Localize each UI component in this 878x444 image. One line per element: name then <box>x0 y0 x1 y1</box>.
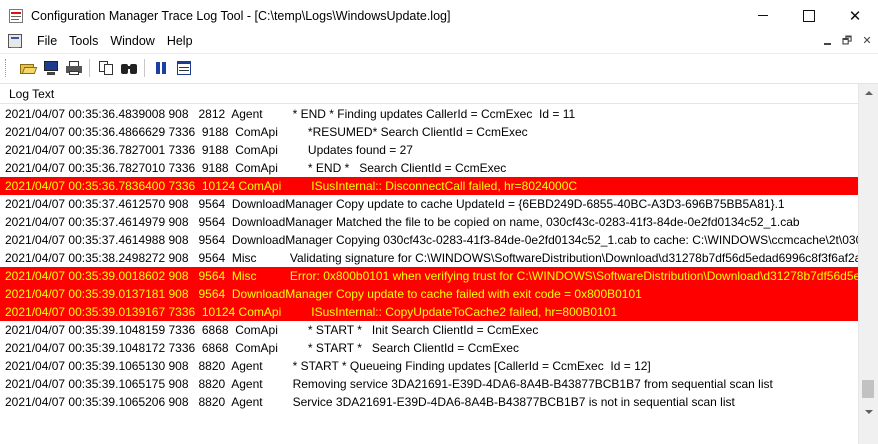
log-row[interactable]: 2021/04/07 00:35:39.1048172 7336 6868 Co… <box>0 339 858 357</box>
log-row[interactable]: 2021/04/07 00:35:39.1065175 908 8820 Age… <box>0 375 858 393</box>
log-row[interactable]: 2021/04/07 00:35:37.4614979 908 9564 Dow… <box>0 213 858 231</box>
open-folder-icon <box>19 60 37 76</box>
menu-window[interactable]: Window <box>104 31 160 51</box>
menu-file[interactable]: File <box>31 31 63 51</box>
menu-bar: File Tools Window Help 🗗 ✕ <box>0 31 878 51</box>
find-binoculars-icon <box>120 60 137 76</box>
pause-button[interactable] <box>149 57 172 79</box>
toolbar <box>0 53 878 81</box>
columns-view-icon <box>176 60 192 76</box>
app-log-icon <box>8 8 24 24</box>
scrollbar-thumb[interactable] <box>862 380 874 398</box>
monitor-icon <box>43 60 59 76</box>
vertical-scrollbar[interactable] <box>858 84 878 444</box>
log-row-error[interactable]: 2021/04/07 00:35:39.0139167 7336 10124 C… <box>0 303 858 321</box>
toolbar-separator <box>89 58 90 77</box>
close-button[interactable]: ✕ <box>832 0 878 31</box>
copy-button[interactable] <box>94 57 117 79</box>
log-row-error[interactable]: 2021/04/07 00:35:39.0018602 908 9564 Mis… <box>0 267 858 285</box>
column-header-label: Log Text <box>9 87 55 101</box>
pause-icon <box>153 60 169 76</box>
log-row[interactable]: 2021/04/07 00:35:39.1065206 908 8820 Age… <box>0 393 858 411</box>
log-list[interactable]: 2021/04/07 00:35:36.4839008 908 2812 Age… <box>0 105 858 444</box>
log-row[interactable]: 2021/04/07 00:35:36.7827010 7336 9188 Co… <box>0 159 858 177</box>
menu-tools[interactable]: Tools <box>63 31 104 51</box>
toolbar-separator <box>144 58 145 77</box>
log-row[interactable]: 2021/04/07 00:35:36.7827001 7336 9188 Co… <box>0 141 858 159</box>
open-button[interactable] <box>16 57 39 79</box>
mdi-restore-button[interactable]: 🗗 <box>840 34 854 48</box>
document-window-icon[interactable] <box>8 34 22 48</box>
maximize-button[interactable] <box>786 0 832 31</box>
log-row[interactable]: 2021/04/07 00:35:38.2498272 908 9564 Mis… <box>0 249 858 267</box>
mdi-minimize-button[interactable] <box>820 34 834 48</box>
log-row[interactable]: 2021/04/07 00:35:37.4612570 908 9564 Dow… <box>0 195 858 213</box>
log-row-error[interactable]: 2021/04/07 00:35:39.0137181 908 9564 Dow… <box>0 285 858 303</box>
log-row[interactable]: 2021/04/07 00:35:36.4839008 908 2812 Age… <box>0 105 858 123</box>
log-row[interactable]: 2021/04/07 00:35:39.1048159 7336 6868 Co… <box>0 321 858 339</box>
scroll-up-arrow-icon[interactable] <box>859 84 878 101</box>
title-bar: Configuration Manager Trace Log Tool - [… <box>0 0 878 31</box>
menu-help[interactable]: Help <box>161 31 199 51</box>
window-title: Configuration Manager Trace Log Tool - [… <box>31 8 451 23</box>
log-row-error[interactable]: 2021/04/07 00:35:36.7836400 7336 10124 C… <box>0 177 858 195</box>
log-row[interactable]: 2021/04/07 00:35:36.4866629 7336 9188 Co… <box>0 123 858 141</box>
scroll-down-arrow-icon[interactable] <box>859 403 878 420</box>
column-header-log-text[interactable]: Log Text <box>0 84 858 104</box>
find-button[interactable] <box>117 57 140 79</box>
print-button[interactable] <box>62 57 85 79</box>
toolbar-grip[interactable] <box>5 58 8 77</box>
minimize-button[interactable] <box>740 0 786 31</box>
log-row[interactable]: 2021/04/07 00:35:37.4614988 908 9564 Dow… <box>0 231 858 249</box>
printer-icon <box>65 60 82 76</box>
columns-view-button[interactable] <box>172 57 195 79</box>
log-panel: Log Text 2021/04/07 00:35:36.4839008 908… <box>0 83 878 444</box>
mdi-close-button[interactable]: ✕ <box>860 34 874 48</box>
open-remote-button[interactable] <box>39 57 62 79</box>
log-row[interactable]: 2021/04/07 00:35:39.1065130 908 8820 Age… <box>0 357 858 375</box>
copy-icon <box>98 60 114 76</box>
